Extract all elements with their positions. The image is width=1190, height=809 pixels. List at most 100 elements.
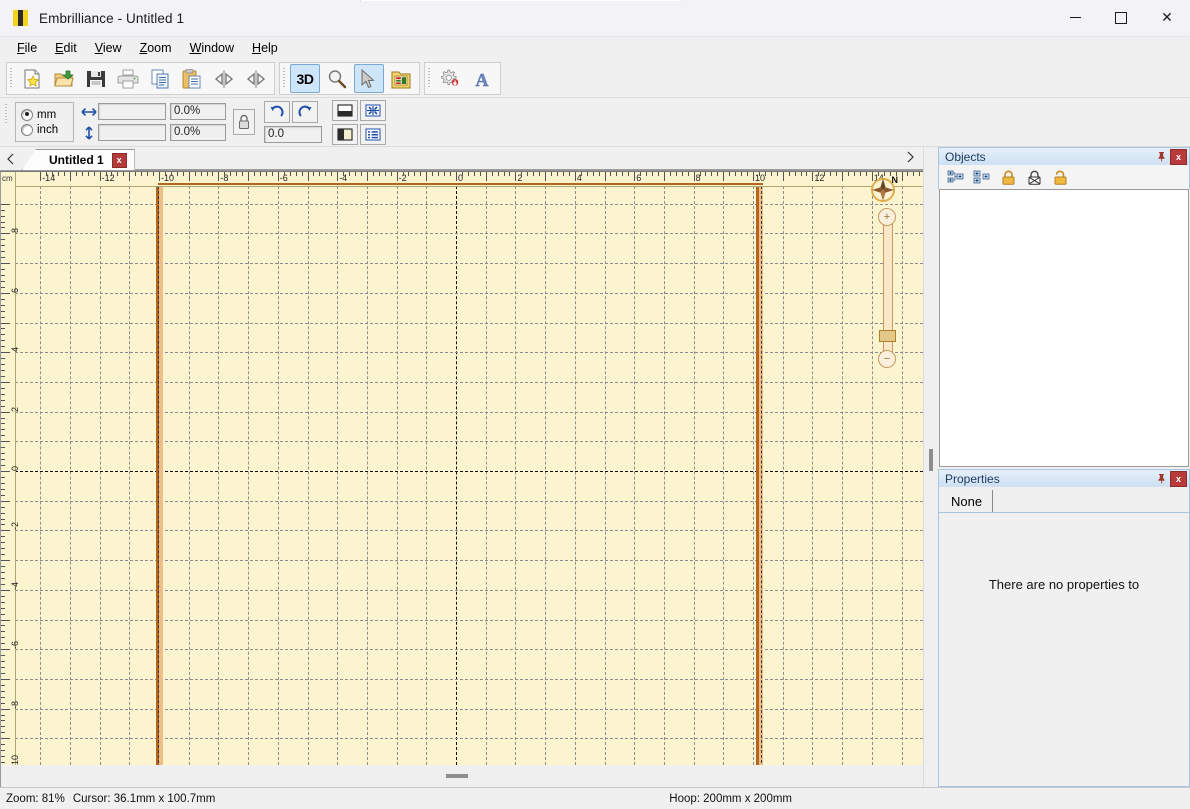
flip-vertical-button[interactable] bbox=[241, 64, 271, 93]
objects-close-button[interactable]: x bbox=[1170, 148, 1187, 165]
zoom-slider[interactable]: + − bbox=[877, 208, 897, 368]
height-field[interactable] bbox=[98, 124, 166, 141]
lock-open-icon[interactable] bbox=[1049, 166, 1071, 188]
tab-scroll-left[interactable] bbox=[0, 148, 22, 170]
lock-aspect-button[interactable] bbox=[233, 109, 255, 135]
tab-untitled-1[interactable]: Untitled 1 x bbox=[22, 149, 135, 170]
view-list-button[interactable] bbox=[360, 123, 386, 145]
ruler-tick-major bbox=[782, 172, 784, 181]
menu-item-zoom[interactable]: Zoom bbox=[131, 39, 181, 57]
ruler-tick-minor bbox=[265, 172, 267, 176]
rotate-ccw-button[interactable] bbox=[264, 101, 290, 123]
toolbar-grip[interactable] bbox=[9, 66, 14, 91]
three-d-toggle[interactable]: 3D bbox=[290, 64, 320, 93]
zoom-in-button[interactable]: + bbox=[878, 208, 896, 226]
ruler-tick-minor bbox=[616, 172, 618, 176]
units-option-inch[interactable]: inch bbox=[21, 122, 73, 137]
ruler-tick-major bbox=[159, 172, 160, 181]
design-canvas[interactable]: -14 -12 -10 -8 -6 -4 -2 0 2 4 6 8 10 12 14 -10 -8 -6 -4 -2… bbox=[0, 171, 923, 765]
lock-closed-icon[interactable] bbox=[997, 166, 1019, 188]
flip-horizontal-button[interactable] bbox=[209, 64, 239, 93]
menu-item-view[interactable]: View bbox=[86, 39, 131, 57]
menu-bar: File Edit View Zoom Window Help bbox=[0, 37, 1190, 60]
properties-panel-title: Properties bbox=[945, 471, 1000, 486]
ruler-tick-minor bbox=[420, 172, 422, 176]
magnifier-button[interactable] bbox=[322, 64, 352, 93]
ruler-tick-minor bbox=[349, 172, 351, 176]
ruler-tick-major bbox=[456, 172, 457, 181]
expand-tree-icon[interactable] bbox=[945, 166, 967, 188]
lock-crossed-icon[interactable] bbox=[1023, 166, 1045, 188]
ruler-tick-minor bbox=[230, 172, 232, 176]
tab-close-button[interactable]: x bbox=[111, 152, 127, 168]
properties-close-button[interactable]: x bbox=[1170, 470, 1187, 487]
copy-button[interactable] bbox=[145, 64, 175, 93]
menu-item-help[interactable]: Help bbox=[243, 39, 287, 57]
objects-pin-icon[interactable] bbox=[1154, 150, 1168, 164]
ruler-tick-minor bbox=[865, 172, 867, 176]
menu-item-file[interactable]: File bbox=[8, 39, 46, 57]
canvas-bottom-splitter[interactable] bbox=[0, 765, 923, 787]
rotation-field[interactable] bbox=[264, 126, 322, 143]
units-option-mm[interactable]: mm bbox=[21, 107, 73, 122]
props-tab-none[interactable]: None bbox=[941, 490, 994, 512]
view-fit-button[interactable] bbox=[360, 99, 386, 121]
open-button[interactable] bbox=[49, 64, 79, 93]
toolbar-grip[interactable] bbox=[427, 66, 432, 91]
ruler-tick-major bbox=[1, 263, 10, 265]
ruler-tick-minor bbox=[390, 172, 392, 176]
toolbar-group-file bbox=[6, 62, 275, 95]
compass-rose-icon[interactable]: N bbox=[869, 175, 899, 205]
ruler-tick-minor bbox=[473, 172, 475, 176]
objects-toolbar bbox=[938, 165, 1190, 189]
ruler-tick-major bbox=[842, 172, 844, 181]
text-tool-button[interactable]: A bbox=[467, 64, 497, 93]
horizontal-splitter-handle[interactable] bbox=[446, 774, 468, 778]
vertical-splitter[interactable] bbox=[923, 147, 938, 787]
vertical-ruler[interactable]: -10 -8 -6 -4 -2 0 2 4 6 8 bbox=[1, 172, 20, 765]
objects-panel-titlebar: Objects x bbox=[938, 147, 1190, 165]
tab-scroll-right[interactable] bbox=[899, 146, 921, 168]
properties-pin-icon[interactable] bbox=[1154, 472, 1168, 486]
maximize-button[interactable] bbox=[1098, 0, 1144, 35]
save-button[interactable] bbox=[81, 64, 111, 93]
zoom-out-button[interactable]: − bbox=[878, 350, 896, 368]
menu-item-edit[interactable]: Edit bbox=[46, 39, 86, 57]
ruler-label-v: -4 bbox=[10, 581, 20, 590]
status-hoop: Hoop: 200mm x 200mm bbox=[669, 792, 792, 805]
ruler-corner-unit[interactable]: cm bbox=[1, 172, 15, 186]
ruler-tick-minor bbox=[497, 172, 499, 176]
print-button[interactable] bbox=[113, 64, 143, 93]
zoom-slider-thumb[interactable] bbox=[879, 330, 896, 342]
width-field[interactable] bbox=[98, 103, 166, 120]
ruler-tick-major bbox=[1, 619, 10, 621]
horizontal-ruler[interactable]: -14 -12 -10 -8 -6 -4 -2 0 2 4 6 8 10 12 14 bbox=[1, 172, 923, 187]
collapse-tree-icon[interactable] bbox=[971, 166, 993, 188]
objects-list[interactable] bbox=[939, 189, 1189, 467]
minimize-button[interactable] bbox=[1052, 0, 1098, 35]
ruler-tick-minor bbox=[509, 172, 511, 176]
select-pointer-button[interactable] bbox=[354, 64, 384, 93]
height-percent-field[interactable] bbox=[170, 124, 226, 141]
ruler-label-h: 12 bbox=[814, 173, 825, 183]
ruler-tick-minor bbox=[1, 714, 5, 716]
menu-item-window[interactable]: Window bbox=[181, 39, 243, 57]
toolbar-grip[interactable] bbox=[4, 102, 9, 142]
ruler-tick-minor bbox=[182, 172, 184, 176]
ruler-tick-minor bbox=[1, 643, 5, 645]
ruler-tick-minor bbox=[788, 172, 790, 176]
vertical-splitter-handle[interactable] bbox=[929, 449, 933, 471]
view-split-vertical-button[interactable] bbox=[332, 123, 358, 145]
ruler-tick-minor bbox=[81, 172, 83, 176]
rotate-cw-button[interactable] bbox=[292, 101, 318, 123]
toolbar-grip[interactable] bbox=[282, 66, 287, 91]
ruler-tick-major bbox=[396, 172, 398, 181]
canvas-grid-area bbox=[15, 186, 923, 765]
width-percent-field[interactable] bbox=[170, 103, 226, 120]
color-list-button[interactable] bbox=[386, 64, 416, 93]
settings-button[interactable] bbox=[435, 64, 465, 93]
paste-button[interactable] bbox=[177, 64, 207, 93]
view-split-horizontal-button[interactable] bbox=[332, 99, 358, 121]
close-button[interactable]: ✕ bbox=[1144, 0, 1190, 35]
new-design-button[interactable] bbox=[17, 64, 47, 93]
